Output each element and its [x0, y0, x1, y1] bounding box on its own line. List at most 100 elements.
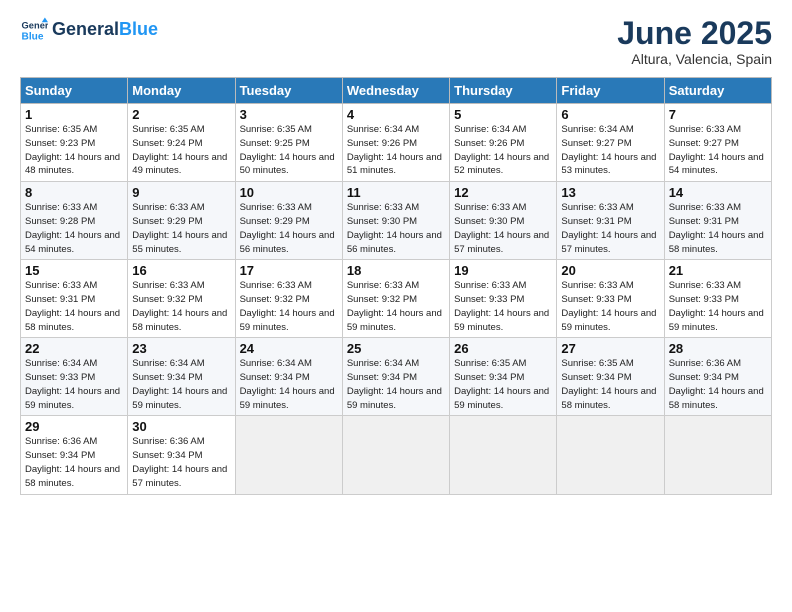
table-cell: 28Sunrise: 6:36 AMSunset: 9:34 PMDayligh…	[664, 338, 771, 416]
day-number: 19	[454, 263, 552, 278]
col-saturday: Saturday	[664, 78, 771, 104]
table-cell: 6Sunrise: 6:34 AMSunset: 9:27 PMDaylight…	[557, 104, 664, 182]
page: General Blue GeneralBlue June 2025 Altur…	[0, 0, 792, 612]
table-row: 29Sunrise: 6:36 AMSunset: 9:34 PMDayligh…	[21, 416, 772, 494]
table-row: 22Sunrise: 6:34 AMSunset: 9:33 PMDayligh…	[21, 338, 772, 416]
day-info: Sunrise: 6:33 AMSunset: 9:31 PMDaylight:…	[669, 201, 767, 256]
col-sunday: Sunday	[21, 78, 128, 104]
day-number: 22	[25, 341, 123, 356]
col-tuesday: Tuesday	[235, 78, 342, 104]
day-info: Sunrise: 6:33 AMSunset: 9:29 PMDaylight:…	[240, 201, 338, 256]
calendar-title: June 2025	[617, 16, 772, 51]
day-info: Sunrise: 6:34 AMSunset: 9:27 PMDaylight:…	[561, 123, 659, 178]
logo-text: GeneralBlue	[52, 20, 158, 40]
day-info: Sunrise: 6:33 AMSunset: 9:32 PMDaylight:…	[240, 279, 338, 334]
day-number: 30	[132, 419, 230, 434]
logo: General Blue GeneralBlue	[20, 16, 158, 44]
table-cell: 19Sunrise: 6:33 AMSunset: 9:33 PMDayligh…	[450, 260, 557, 338]
table-cell: 30Sunrise: 6:36 AMSunset: 9:34 PMDayligh…	[128, 416, 235, 494]
table-cell: 18Sunrise: 6:33 AMSunset: 9:32 PMDayligh…	[342, 260, 449, 338]
table-cell: 17Sunrise: 6:33 AMSunset: 9:32 PMDayligh…	[235, 260, 342, 338]
day-info: Sunrise: 6:33 AMSunset: 9:33 PMDaylight:…	[561, 279, 659, 334]
table-cell: 14Sunrise: 6:33 AMSunset: 9:31 PMDayligh…	[664, 182, 771, 260]
day-info: Sunrise: 6:35 AMSunset: 9:34 PMDaylight:…	[454, 357, 552, 412]
table-cell: 9Sunrise: 6:33 AMSunset: 9:29 PMDaylight…	[128, 182, 235, 260]
day-number: 29	[25, 419, 123, 434]
day-number: 12	[454, 185, 552, 200]
day-info: Sunrise: 6:33 AMSunset: 9:31 PMDaylight:…	[561, 201, 659, 256]
day-info: Sunrise: 6:35 AMSunset: 9:24 PMDaylight:…	[132, 123, 230, 178]
day-info: Sunrise: 6:36 AMSunset: 9:34 PMDaylight:…	[669, 357, 767, 412]
table-cell: 4Sunrise: 6:34 AMSunset: 9:26 PMDaylight…	[342, 104, 449, 182]
day-number: 1	[25, 107, 123, 122]
day-number: 11	[347, 185, 445, 200]
day-info: Sunrise: 6:33 AMSunset: 9:29 PMDaylight:…	[132, 201, 230, 256]
day-info: Sunrise: 6:33 AMSunset: 9:30 PMDaylight:…	[454, 201, 552, 256]
day-number: 16	[132, 263, 230, 278]
col-thursday: Thursday	[450, 78, 557, 104]
table-cell: 3Sunrise: 6:35 AMSunset: 9:25 PMDaylight…	[235, 104, 342, 182]
day-info: Sunrise: 6:35 AMSunset: 9:34 PMDaylight:…	[561, 357, 659, 412]
table-cell: 26Sunrise: 6:35 AMSunset: 9:34 PMDayligh…	[450, 338, 557, 416]
table-cell: 10Sunrise: 6:33 AMSunset: 9:29 PMDayligh…	[235, 182, 342, 260]
day-info: Sunrise: 6:33 AMSunset: 9:28 PMDaylight:…	[25, 201, 123, 256]
table-cell: 22Sunrise: 6:34 AMSunset: 9:33 PMDayligh…	[21, 338, 128, 416]
day-number: 4	[347, 107, 445, 122]
table-cell: 5Sunrise: 6:34 AMSunset: 9:26 PMDaylight…	[450, 104, 557, 182]
table-cell: 20Sunrise: 6:33 AMSunset: 9:33 PMDayligh…	[557, 260, 664, 338]
day-info: Sunrise: 6:33 AMSunset: 9:27 PMDaylight:…	[669, 123, 767, 178]
day-number: 10	[240, 185, 338, 200]
day-number: 24	[240, 341, 338, 356]
table-cell: 7Sunrise: 6:33 AMSunset: 9:27 PMDaylight…	[664, 104, 771, 182]
calendar-subtitle: Altura, Valencia, Spain	[617, 51, 772, 67]
table-row: 1Sunrise: 6:35 AMSunset: 9:23 PMDaylight…	[21, 104, 772, 182]
day-info: Sunrise: 6:33 AMSunset: 9:31 PMDaylight:…	[25, 279, 123, 334]
table-cell: 25Sunrise: 6:34 AMSunset: 9:34 PMDayligh…	[342, 338, 449, 416]
table-row: 15Sunrise: 6:33 AMSunset: 9:31 PMDayligh…	[21, 260, 772, 338]
day-info: Sunrise: 6:36 AMSunset: 9:34 PMDaylight:…	[132, 435, 230, 490]
day-number: 27	[561, 341, 659, 356]
day-number: 28	[669, 341, 767, 356]
day-info: Sunrise: 6:36 AMSunset: 9:34 PMDaylight:…	[25, 435, 123, 490]
table-cell: 16Sunrise: 6:33 AMSunset: 9:32 PMDayligh…	[128, 260, 235, 338]
col-friday: Friday	[557, 78, 664, 104]
day-number: 7	[669, 107, 767, 122]
col-wednesday: Wednesday	[342, 78, 449, 104]
header: General Blue GeneralBlue June 2025 Altur…	[20, 16, 772, 67]
table-cell	[450, 416, 557, 494]
table-cell: 21Sunrise: 6:33 AMSunset: 9:33 PMDayligh…	[664, 260, 771, 338]
day-info: Sunrise: 6:34 AMSunset: 9:34 PMDaylight:…	[240, 357, 338, 412]
day-number: 18	[347, 263, 445, 278]
table-cell: 2Sunrise: 6:35 AMSunset: 9:24 PMDaylight…	[128, 104, 235, 182]
day-number: 5	[454, 107, 552, 122]
day-number: 6	[561, 107, 659, 122]
table-cell: 13Sunrise: 6:33 AMSunset: 9:31 PMDayligh…	[557, 182, 664, 260]
day-number: 9	[132, 185, 230, 200]
table-cell	[235, 416, 342, 494]
day-number: 3	[240, 107, 338, 122]
table-cell: 29Sunrise: 6:36 AMSunset: 9:34 PMDayligh…	[21, 416, 128, 494]
day-number: 15	[25, 263, 123, 278]
day-info: Sunrise: 6:35 AMSunset: 9:23 PMDaylight:…	[25, 123, 123, 178]
day-number: 21	[669, 263, 767, 278]
day-number: 20	[561, 263, 659, 278]
logo-icon: General Blue	[20, 16, 48, 44]
col-monday: Monday	[128, 78, 235, 104]
table-cell: 23Sunrise: 6:34 AMSunset: 9:34 PMDayligh…	[128, 338, 235, 416]
table-cell	[664, 416, 771, 494]
table-cell: 15Sunrise: 6:33 AMSunset: 9:31 PMDayligh…	[21, 260, 128, 338]
table-cell: 8Sunrise: 6:33 AMSunset: 9:28 PMDaylight…	[21, 182, 128, 260]
day-info: Sunrise: 6:33 AMSunset: 9:33 PMDaylight:…	[454, 279, 552, 334]
day-info: Sunrise: 6:33 AMSunset: 9:32 PMDaylight:…	[347, 279, 445, 334]
day-info: Sunrise: 6:34 AMSunset: 9:34 PMDaylight:…	[132, 357, 230, 412]
day-info: Sunrise: 6:34 AMSunset: 9:34 PMDaylight:…	[347, 357, 445, 412]
table-row: 8Sunrise: 6:33 AMSunset: 9:28 PMDaylight…	[21, 182, 772, 260]
table-cell: 12Sunrise: 6:33 AMSunset: 9:30 PMDayligh…	[450, 182, 557, 260]
table-cell	[557, 416, 664, 494]
day-info: Sunrise: 6:35 AMSunset: 9:25 PMDaylight:…	[240, 123, 338, 178]
table-cell: 27Sunrise: 6:35 AMSunset: 9:34 PMDayligh…	[557, 338, 664, 416]
header-row: Sunday Monday Tuesday Wednesday Thursday…	[21, 78, 772, 104]
day-number: 8	[25, 185, 123, 200]
title-area: June 2025 Altura, Valencia, Spain	[617, 16, 772, 67]
table-cell	[342, 416, 449, 494]
